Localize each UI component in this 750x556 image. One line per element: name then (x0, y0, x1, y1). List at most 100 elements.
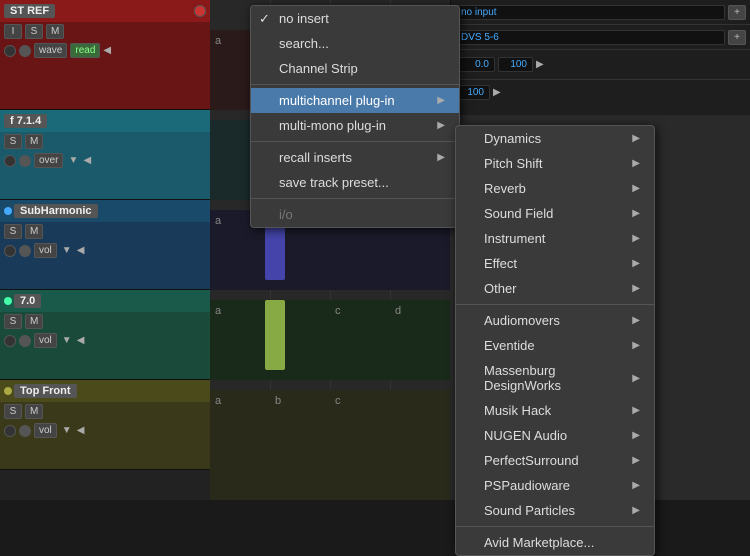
menu-item-sound-field[interactable]: Sound Field ▶ (456, 201, 654, 226)
track-controls-f714: S M (0, 132, 210, 151)
auto-btn-f714[interactable] (19, 155, 31, 167)
arrow-right-display-2: ▶ (493, 87, 501, 98)
btn-s-f714[interactable]: S (4, 134, 22, 149)
topbar-row-2: DVS 5-6 + (451, 25, 750, 50)
track-color-subharmonic[interactable] (4, 207, 12, 215)
level-icon-70[interactable]: ◀ (77, 335, 89, 346)
device-display: DVS 5-6 (455, 30, 725, 45)
dropdown-topfront[interactable]: ▼ (62, 425, 74, 436)
arrow-other: ▶ (632, 283, 640, 294)
menu-item-avid-marketplace[interactable]: Avid Marketplace... (456, 530, 654, 555)
btn-m-subharmonic[interactable]: M (25, 224, 43, 239)
level-icon-subharmonic[interactable]: ◀ (77, 245, 89, 256)
dropdown-subharmonic[interactable]: ▼ (62, 245, 74, 256)
menu-item-musik-hack[interactable]: Musik Hack ▶ (456, 398, 654, 423)
menu-item-multichannel[interactable]: multichannel plug-in ▶ (251, 88, 459, 113)
clip-letter-a: a (215, 35, 221, 47)
input-display: no input (455, 5, 725, 20)
track-wave-row-f714: over ▼ ◀ (0, 151, 210, 170)
btn-m-topfront[interactable]: M (25, 404, 43, 419)
menu-item-save-preset[interactable]: save track preset... (251, 170, 459, 195)
auto-btn-subharmonic[interactable] (19, 245, 31, 257)
menu-item-search[interactable]: search... (251, 31, 459, 56)
menu-item-pspaudioware[interactable]: PSPaudioware ▶ (456, 473, 654, 498)
track-vol-row-subharmonic: vol ▼ ◀ (0, 241, 210, 260)
submenu-sep-2 (456, 526, 654, 527)
arrow-pspaudioware: ▶ (632, 480, 640, 491)
record-btn-st-ref[interactable] (194, 5, 206, 17)
menu-item-recall-inserts[interactable]: recall inserts ▶ (251, 145, 459, 170)
level-icon[interactable]: ◀ (103, 45, 115, 56)
track-panel: ST REF I S M wave read ◀ f 7.1.4 S M (0, 0, 210, 500)
track-subharmonic: SubHarmonic S M vol ▼ ◀ (0, 200, 210, 290)
power-btn-f714[interactable] (4, 155, 16, 167)
menu-item-dynamics[interactable]: Dynamics ▶ (456, 126, 654, 151)
auto-btn-topfront[interactable] (19, 425, 31, 437)
level-icon-topfront[interactable]: ◀ (77, 425, 89, 436)
auto-btn-st-ref[interactable] (19, 45, 31, 57)
menu-item-nugen[interactable]: NUGEN Audio ▶ (456, 423, 654, 448)
topfront-lane: a b c (210, 390, 450, 500)
dropdown-70[interactable]: ▼ (62, 335, 74, 346)
power-btn-topfront[interactable] (4, 425, 16, 437)
btn-m-f714[interactable]: M (25, 134, 43, 149)
read-btn[interactable]: read (70, 43, 100, 58)
menu-sep-3 (251, 198, 459, 199)
track-controls-topfront: S M (0, 402, 210, 421)
btn-i-st-ref[interactable]: I (4, 24, 22, 39)
menu-item-multi-mono[interactable]: multi-mono plug-in ▶ (251, 113, 459, 138)
menu-item-io[interactable]: i/o (251, 202, 459, 227)
plus-btn-2[interactable]: + (728, 30, 746, 45)
menu-item-sound-particles[interactable]: Sound Particles ▶ (456, 498, 654, 523)
menu-item-no-insert[interactable]: no insert (251, 6, 459, 31)
wave-label: wave (34, 43, 67, 58)
menu-item-channel-strip[interactable]: Channel Strip (251, 56, 459, 81)
btn-m-st-ref[interactable]: M (46, 24, 64, 39)
level-icon-f714[interactable]: ◀ (83, 155, 95, 166)
menu-item-perfect-surround[interactable]: PerfectSurround ▶ (456, 448, 654, 473)
track-name-st-ref[interactable]: ST REF (4, 4, 55, 18)
arrow-right-display: ▶ (536, 59, 544, 70)
main-context-menu: no insert search... Channel Strip multic… (250, 5, 460, 228)
track-name-topfront[interactable]: Top Front (14, 384, 77, 398)
value2-display: 100 (498, 57, 533, 72)
arrow-pitch-shift: ▶ (632, 158, 640, 169)
btn-s-st-ref[interactable]: S (25, 24, 43, 39)
track-color-topfront[interactable] (4, 387, 12, 395)
arrow-multichannel: ▶ (437, 95, 445, 106)
plus-btn-top[interactable]: + (728, 5, 746, 20)
menu-sep-1 (251, 84, 459, 85)
clip-block-70-1[interactable] (265, 300, 285, 370)
arrow-sound-field: ▶ (632, 208, 640, 219)
power-btn-subharmonic[interactable] (4, 245, 16, 257)
track-name-70[interactable]: 7.0 (14, 294, 41, 308)
track-name-subharmonic[interactable]: SubHarmonic (14, 204, 98, 218)
track-color-70[interactable] (4, 297, 12, 305)
menu-item-reverb[interactable]: Reverb ▶ (456, 176, 654, 201)
track-topfront: Top Front S M vol ▼ ◀ (0, 380, 210, 470)
btn-m-70[interactable]: M (25, 314, 43, 329)
auto-btn-70[interactable] (19, 335, 31, 347)
btn-s-topfront[interactable]: S (4, 404, 22, 419)
menu-item-audiomovers[interactable]: Audiomovers ▶ (456, 308, 654, 333)
arrow-massenburg: ▶ (632, 373, 640, 384)
70-clip-c: c (335, 305, 341, 317)
track-controls-row-st-ref: I S M (0, 22, 210, 41)
power-btn-70[interactable] (4, 335, 16, 347)
btn-s-subharmonic[interactable]: S (4, 224, 22, 239)
70-lane: a b c d (210, 300, 450, 380)
power-btn-st-ref[interactable] (4, 45, 16, 57)
menu-item-pitch-shift[interactable]: Pitch Shift ▶ (456, 151, 654, 176)
dropdown-f714[interactable]: ▼ (68, 155, 80, 166)
menu-item-eventide[interactable]: Eventide ▶ (456, 333, 654, 358)
track-name-f714[interactable]: f 7.1.4 (4, 114, 47, 128)
menu-item-other[interactable]: Other ▶ (456, 276, 654, 301)
menu-item-massenburg[interactable]: Massenburg DesignWorks ▶ (456, 358, 654, 398)
arrow-effect: ▶ (632, 258, 640, 269)
btn-s-70[interactable]: S (4, 314, 22, 329)
track-wave-row-st-ref: wave read ◀ (0, 41, 210, 60)
menu-item-instrument[interactable]: Instrument ▶ (456, 226, 654, 251)
track-vol-row-70: vol ▼ ◀ (0, 331, 210, 350)
menu-item-effect[interactable]: Effect ▶ (456, 251, 654, 276)
topfront-clip-a: a (215, 395, 221, 407)
